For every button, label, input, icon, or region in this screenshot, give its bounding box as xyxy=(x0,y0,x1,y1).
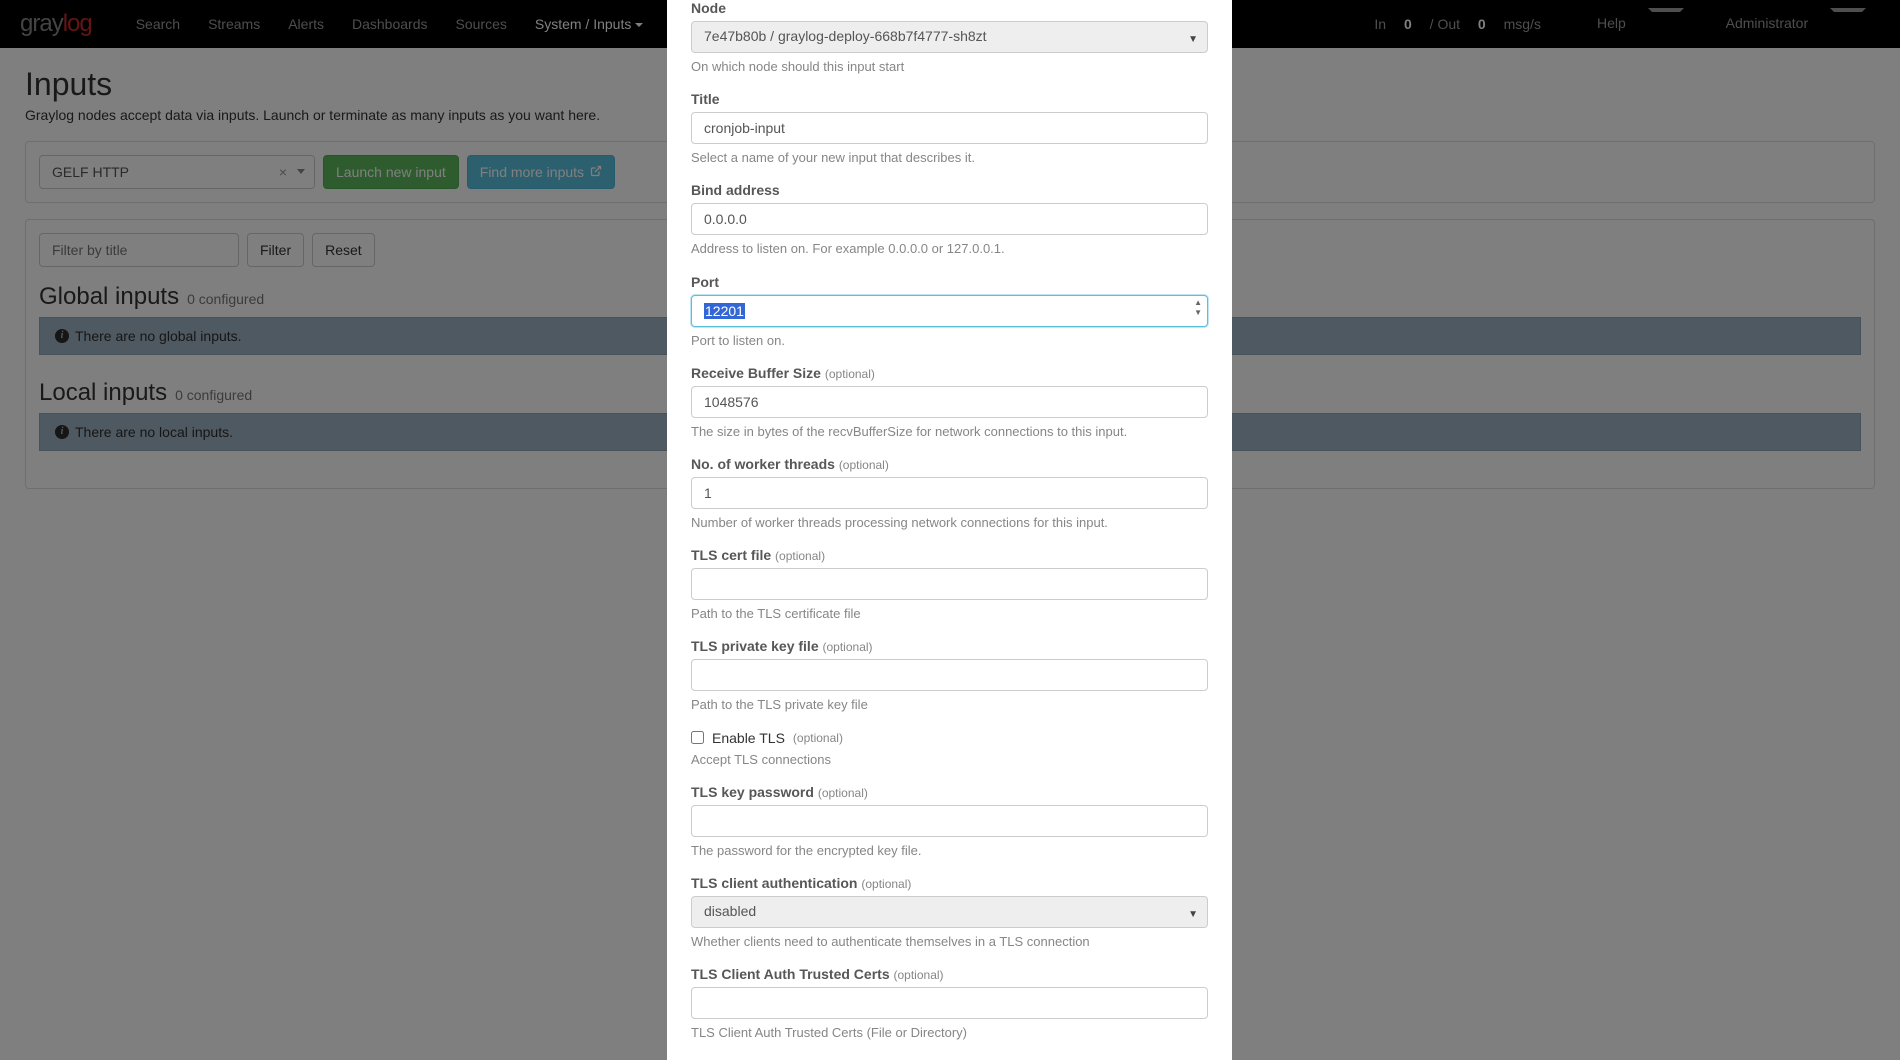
title-label: Title xyxy=(691,91,1208,107)
recvbuf-label: Receive Buffer Size (optional) xyxy=(691,365,1208,381)
field-tls-client-auth: TLS client authentication (optional) dis… xyxy=(691,875,1208,951)
workers-input[interactable] xyxy=(691,477,1208,509)
field-tls-trusted-certs: TLS Client Auth Trusted Certs (optional)… xyxy=(691,966,1208,1042)
recvbuf-help: The size in bytes of the recvBufferSize … xyxy=(691,423,1208,441)
node-select[interactable]: 7e47b80b / graylog-deploy-668b7f4777-sh8… xyxy=(691,21,1208,53)
port-input[interactable]: 12201 xyxy=(691,295,1208,327)
title-help: Select a name of your new input that des… xyxy=(691,149,1208,167)
tlscerts-label: TLS Client Auth Trusted Certs (optional) xyxy=(691,966,1208,982)
field-tls-cert: TLS cert file (optional) Path to the TLS… xyxy=(691,547,1208,623)
enable-tls-checkbox[interactable] xyxy=(691,731,704,744)
tlscert-input[interactable] xyxy=(691,568,1208,600)
tlskey-label: TLS private key file (optional) xyxy=(691,638,1208,654)
bind-help: Address to listen on. For example 0.0.0.… xyxy=(691,240,1208,258)
tlscert-help: Path to the TLS certificate file xyxy=(691,605,1208,623)
title-input[interactable] xyxy=(691,112,1208,144)
node-help: On which node should this input start xyxy=(691,58,1208,76)
tlskey-help: Path to the TLS private key file xyxy=(691,696,1208,714)
number-spinner[interactable]: ▲▼ xyxy=(1194,299,1202,317)
spin-up-icon[interactable]: ▲ xyxy=(1194,299,1202,307)
tlscerts-input[interactable] xyxy=(691,987,1208,1019)
workers-help: Number of worker threads processing netw… xyxy=(691,514,1208,532)
bind-label: Bind address xyxy=(691,182,1208,198)
field-port: Port 12201 ▲▼ Port to listen on. xyxy=(691,274,1208,350)
tlsauth-select[interactable]: disabled xyxy=(691,896,1208,928)
spin-down-icon[interactable]: ▼ xyxy=(1194,309,1202,317)
recvbuf-input[interactable] xyxy=(691,386,1208,418)
bind-input[interactable] xyxy=(691,203,1208,235)
field-title: Title Select a name of your new input th… xyxy=(691,91,1208,167)
field-node: Node 7e47b80b / graylog-deploy-668b7f477… xyxy=(691,0,1208,76)
tlscerts-help: TLS Client Auth Trusted Certs (File or D… xyxy=(691,1024,1208,1042)
tlspass-label: TLS key password (optional) xyxy=(691,784,1208,800)
tlsauth-help: Whether clients need to authenticate the… xyxy=(691,933,1208,951)
port-help: Port to listen on. xyxy=(691,332,1208,350)
field-recv-buffer: Receive Buffer Size (optional) The size … xyxy=(691,365,1208,441)
field-worker-threads: No. of worker threads (optional) Number … xyxy=(691,456,1208,532)
node-label: Node xyxy=(691,0,1208,16)
workers-label: No. of worker threads (optional) xyxy=(691,456,1208,472)
field-enable-tls: Enable TLS (optional) Accept TLS connect… xyxy=(691,730,1208,769)
port-label: Port xyxy=(691,274,1208,290)
field-tls-password: TLS key password (optional) The password… xyxy=(691,784,1208,860)
tlsauth-label: TLS client authentication (optional) xyxy=(691,875,1208,891)
tlspass-input[interactable] xyxy=(691,805,1208,837)
enable-tls-label: Enable TLS xyxy=(712,730,785,746)
tlspass-help: The password for the encrypted key file. xyxy=(691,842,1208,860)
field-bind-address: Bind address Address to listen on. For e… xyxy=(691,182,1208,258)
enable-tls-help: Accept TLS connections xyxy=(691,751,1208,769)
tlskey-input[interactable] xyxy=(691,659,1208,691)
input-config-modal: Node 7e47b80b / graylog-deploy-668b7f477… xyxy=(667,0,1232,1060)
field-tls-key: TLS private key file (optional) Path to … xyxy=(691,638,1208,714)
tlscert-label: TLS cert file (optional) xyxy=(691,547,1208,563)
